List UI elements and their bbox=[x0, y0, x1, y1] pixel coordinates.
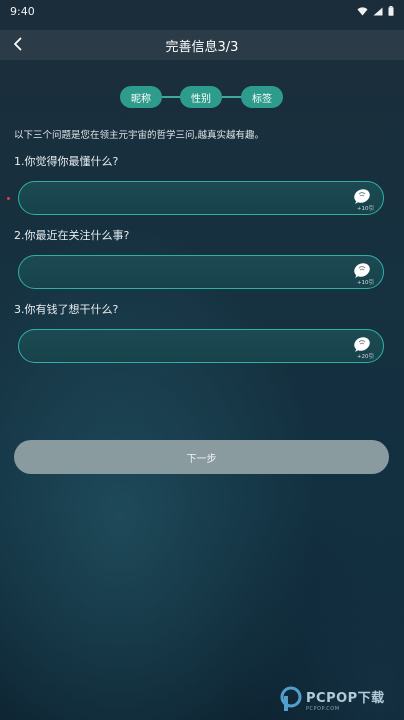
wifi-icon bbox=[357, 6, 368, 16]
answer-3-input[interactable] bbox=[33, 330, 347, 363]
back-button[interactable] bbox=[6, 33, 30, 57]
page-title: 完善信息3/3 bbox=[165, 39, 239, 55]
pcpop-logo-icon bbox=[280, 686, 302, 712]
status-time: 9:40 bbox=[10, 4, 35, 18]
intro-text: 以下三个问题是您在领主元宇宙的哲学三问,越真实越有趣。 bbox=[14, 130, 265, 141]
step-indicator: 昵称 性别 标签 bbox=[0, 86, 404, 108]
step-nickname: 昵称 bbox=[120, 86, 162, 108]
step-tags: 标签 bbox=[241, 86, 283, 108]
question-1-label: 1.你觉得你最懂什么? bbox=[14, 155, 119, 168]
answer-2-box: +10引 bbox=[18, 255, 384, 289]
status-icons bbox=[357, 6, 394, 16]
step-connector bbox=[160, 96, 182, 98]
chevron-left-icon bbox=[12, 36, 24, 55]
reward-count: +10引 bbox=[356, 280, 374, 286]
answer-1-box: +10引 bbox=[18, 181, 384, 215]
question-2-label: 2.你最近在关注什么事? bbox=[14, 229, 130, 242]
answer-2-input[interactable] bbox=[33, 256, 347, 289]
answer-1-input[interactable] bbox=[33, 182, 347, 215]
watermark: PCPOP下载 PCPOP.COM bbox=[280, 686, 385, 712]
watermark-text: PCPOP下载 bbox=[306, 690, 385, 706]
answer-3-box: +20引 bbox=[18, 329, 384, 363]
header-bar: 完善信息3/3 bbox=[0, 30, 404, 60]
reward-count: +10引 bbox=[356, 206, 374, 212]
next-step-button[interactable]: 下一步 bbox=[14, 440, 389, 474]
required-dot bbox=[7, 197, 10, 200]
watermark-subtext: PCPOP.COM bbox=[306, 705, 340, 712]
reward-count: +20引 bbox=[356, 354, 374, 360]
battery-icon bbox=[388, 6, 394, 16]
step-gender: 性别 bbox=[180, 86, 222, 108]
signal-icon bbox=[373, 7, 383, 16]
question-3-label: 3.你有钱了想干什么? bbox=[14, 303, 119, 316]
status-bar: 9:40 bbox=[0, 0, 404, 22]
